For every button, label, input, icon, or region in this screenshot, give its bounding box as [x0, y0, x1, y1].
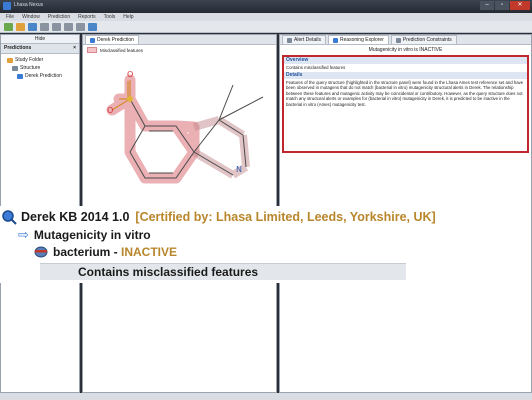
minimize-button[interactable]: –	[480, 1, 494, 10]
oxygen-atom: O	[127, 70, 133, 79]
tree-study-folder[interactable]: Study Folder	[7, 56, 79, 64]
inactive-result: INACTIVE	[121, 245, 178, 259]
species-row: bacterium - INACTIVE	[33, 245, 177, 259]
predictions-header: Predictions ×	[1, 44, 79, 54]
close-button[interactable]: ✕	[510, 1, 530, 10]
predictions-title: Predictions	[4, 45, 32, 51]
tree-derek-prediction[interactable]: Derek Prediction	[7, 72, 79, 80]
tab-label: Prediction Constraints	[402, 37, 452, 43]
tree-structure[interactable]: Structure	[7, 64, 79, 72]
menu-help[interactable]: Help	[123, 14, 133, 20]
tree-label: Study Folder	[15, 57, 44, 63]
oxygen-atom: O	[107, 106, 113, 115]
overview-label: Overview	[284, 57, 527, 64]
app-icon	[3, 2, 11, 10]
status-bar	[0, 393, 532, 400]
title-bar	[0, 0, 532, 13]
menu-tools[interactable]: Tools	[104, 14, 116, 20]
details-label: Details	[284, 71, 527, 79]
prediction-header: Mutagenicity in vitro is INACTIVE	[368, 47, 443, 53]
endpoint-row: ⇨ Mutagenicity in vitro	[18, 227, 151, 243]
molecule-structure: O O N	[106, 70, 264, 184]
details-text: Features of the query structure (highlig…	[286, 79, 524, 107]
certification: [Certified by: Lhasa Limited, Leeds, Yor…	[135, 210, 436, 224]
derek-icon	[17, 73, 23, 79]
tree-label: Structure	[20, 65, 41, 71]
sulfur-atom	[127, 96, 133, 102]
reasoning-box: Overview Contains misclassified features…	[282, 55, 529, 153]
tab-prediction-constraints[interactable]: Prediction Constraints	[390, 35, 457, 44]
magnifier-icon	[2, 210, 17, 225]
new-icon[interactable]	[4, 22, 13, 31]
tab-label: Alert Details	[294, 37, 321, 43]
save-icon[interactable]	[28, 22, 37, 31]
tab-reasoning-explorer[interactable]: Reasoning Explorer	[327, 35, 389, 44]
reasoning-icon	[332, 37, 338, 43]
constraints-icon	[395, 37, 401, 43]
endpoint-name: Mutagenicity in vitro	[33, 228, 151, 242]
menu-bar: File Window Prediction Reports Tools Hel…	[0, 13, 532, 21]
prediction-summary-zoom: Derek KB 2014 1.0 [Certified by: Lhasa L…	[0, 206, 436, 283]
report-icon[interactable]	[88, 22, 97, 31]
tab-label: Reasoning Explorer	[339, 37, 384, 43]
window-title: Lhasa Nexus	[14, 2, 44, 8]
reason-text: Contains misclassified features	[78, 265, 259, 279]
folder-icon	[7, 57, 13, 63]
export-icon[interactable]	[52, 22, 61, 31]
arrow-icon: ⇨	[18, 227, 29, 242]
filter-icon[interactable]	[76, 22, 85, 31]
alert-icon	[287, 37, 292, 43]
menu-window[interactable]: Window	[22, 14, 40, 20]
tab-alert-details[interactable]: Alert Details	[282, 35, 326, 44]
kb-name: Derek KB 2014 1.0	[21, 210, 130, 224]
overview-text: Contains misclassified features	[286, 65, 346, 70]
kb-row: Derek KB 2014 1.0 [Certified by: Lhasa L…	[1, 209, 436, 225]
bacterium-icon	[34, 246, 48, 258]
reason-row: Contains misclassified features	[40, 263, 406, 280]
menu-prediction[interactable]: Prediction	[48, 14, 70, 20]
close-icon[interactable]: ×	[73, 44, 76, 53]
species-label: bacterium -	[53, 245, 122, 259]
print-icon[interactable]	[40, 22, 49, 31]
right-tabs: Alert Details Reasoning Explorer Predict…	[280, 35, 531, 45]
menu-reports[interactable]: Reports	[78, 14, 96, 20]
structure-icon	[12, 65, 18, 71]
open-icon[interactable]	[16, 22, 25, 31]
nitrogen-atom: N	[236, 165, 242, 174]
window-controls: – ▫ ✕	[479, 1, 530, 11]
menu-file[interactable]: File	[6, 14, 14, 20]
hide-toggle[interactable]: Hide	[1, 35, 79, 44]
maximize-button[interactable]: ▫	[495, 1, 509, 10]
toolbar	[0, 21, 532, 33]
tree-label: Derek Prediction	[25, 73, 62, 79]
settings-icon[interactable]	[64, 22, 73, 31]
